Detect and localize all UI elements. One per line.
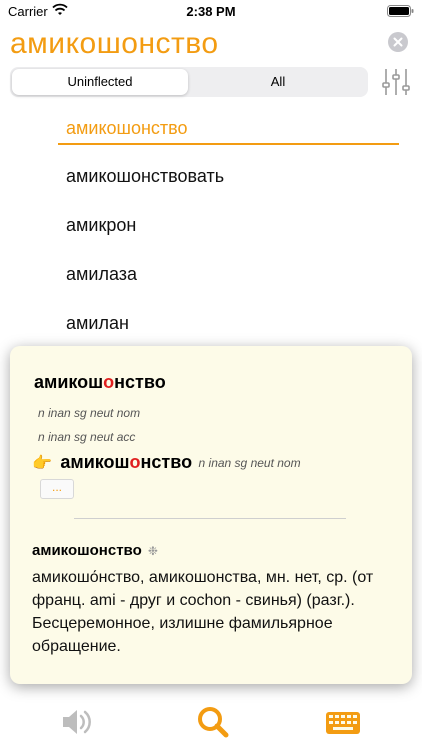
status-time: 2:38 PM (186, 4, 236, 19)
stressed-letter: о (129, 452, 141, 472)
keyboard-icon[interactable] (325, 704, 361, 740)
result-item[interactable]: амикошонство (66, 118, 188, 139)
segment-all[interactable]: All (190, 69, 366, 95)
lemma-row[interactable]: 👉 амикошонство n inan sg neut nom (32, 452, 301, 473)
segment-uninflected[interactable]: Uninflected (12, 69, 188, 95)
sliders-icon[interactable] (380, 66, 412, 98)
close-icon (393, 37, 403, 47)
inflection-segmented-control: Uninflected All (10, 67, 368, 97)
battery-icon (387, 5, 414, 17)
search-input[interactable]: амикошонство (10, 27, 219, 61)
clear-search-button[interactable] (388, 32, 408, 52)
lemma-part: нство (140, 452, 193, 472)
lemma-word: амикошонство (60, 452, 192, 473)
search-icon[interactable] (195, 704, 231, 740)
pointing-hand-icon: 👉 (32, 454, 52, 472)
speaker-icon[interactable] (58, 704, 94, 740)
snowflake-icon: ❉ (147, 544, 158, 558)
definition-title-text: амикошонство (32, 542, 142, 559)
divider (74, 518, 346, 519)
stressed-letter: о (103, 372, 115, 392)
result-item[interactable]: амилаза (66, 264, 137, 285)
status-bar: Carrier 2:38 PM (0, 0, 422, 22)
lemma-part: амикош (60, 452, 130, 472)
grammar-form: n inan sg neut nom (38, 406, 141, 420)
result-item[interactable]: амикрон (66, 215, 136, 236)
popup-headword: амикошонство (34, 372, 166, 393)
more-button[interactable]: ... (40, 479, 74, 499)
lemma-grammar: n inan sg neut nom (198, 455, 301, 470)
active-result-underline (58, 143, 399, 145)
headword-part: амикош (34, 372, 104, 392)
result-item[interactable]: амилан (66, 313, 129, 334)
definition-title: амикошонство ❉ (32, 542, 158, 559)
definition-body: амикошо́нство, амикошонства, мн. нет, ср… (32, 569, 374, 655)
definition-popup: амикошонство n inan sg neut nom n inan s… (10, 346, 412, 684)
result-item[interactable]: амикошонствовать (66, 166, 224, 187)
bottom-toolbar (0, 690, 422, 750)
grammar-form: n inan sg neut acc (38, 430, 136, 444)
search-bar: амикошонство (0, 24, 422, 66)
headword-part: нство (114, 372, 166, 392)
